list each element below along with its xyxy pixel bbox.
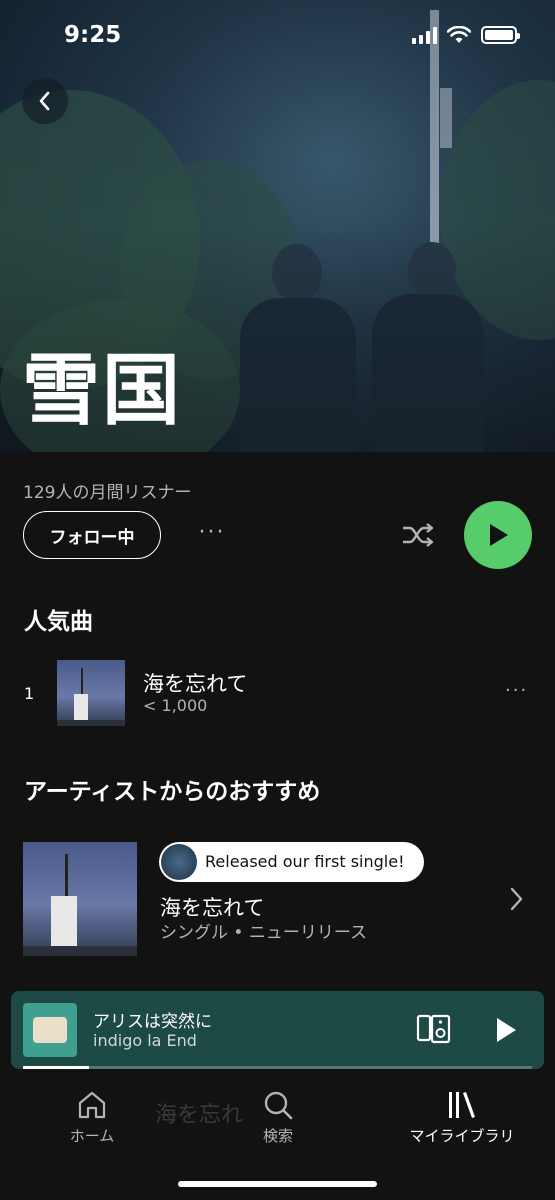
- tab-library-label: マイライブラリ: [409, 1127, 515, 1145]
- artist-pick-subtitle: シングル • ニューリリース: [160, 923, 367, 943]
- track-artwork: [57, 660, 125, 726]
- tab-search[interactable]: 検索: [248, 1089, 308, 1146]
- track-rank: 1: [24, 684, 35, 703]
- popular-heading: 人気曲: [24, 609, 93, 635]
- artist-pick-message: Released our first single!: [159, 842, 425, 882]
- tab-home[interactable]: ホーム: [62, 1089, 122, 1146]
- follow-button[interactable]: フォロー中: [23, 511, 161, 559]
- home-icon: [78, 1091, 106, 1119]
- recommendation-heading: アーティストからのおすすめ: [24, 779, 321, 805]
- chevron-left-icon: [39, 91, 50, 111]
- shuffle-icon: [403, 523, 434, 547]
- tab-home-label: ホーム: [69, 1127, 115, 1145]
- now-playing-bar[interactable]: アリスは突然に indigo la End: [11, 991, 544, 1069]
- artist-avatar: [161, 844, 197, 880]
- track-title: 海を忘れて: [143, 672, 248, 696]
- play-icon: [490, 524, 508, 546]
- shuffle-button[interactable]: [398, 515, 438, 555]
- cellular-signal-icon: [412, 26, 437, 44]
- artist-name: 雪国: [22, 346, 183, 436]
- now-playing-artist: indigo la End: [93, 1031, 197, 1050]
- scrolled-content-preview: 海を忘れ: [155, 1103, 244, 1128]
- track-more-button[interactable]: ···: [505, 680, 528, 701]
- library-icon: [449, 1092, 475, 1118]
- track-row[interactable]: 1 海を忘れて < 1,000 ···: [0, 658, 555, 726]
- track-plays: < 1,000: [143, 696, 208, 715]
- now-playing-artwork: [23, 1003, 77, 1057]
- back-button[interactable]: [22, 78, 68, 124]
- connect-device-icon[interactable]: [416, 1013, 452, 1045]
- home-indicator: [178, 1181, 377, 1187]
- status-time: 9:25: [64, 22, 122, 48]
- status-icons: [412, 26, 520, 44]
- now-playing-song: アリスは突然に: [93, 1012, 212, 1032]
- wifi-icon: [447, 26, 471, 43]
- battery-icon: [481, 26, 520, 44]
- chevron-right-icon: [510, 887, 523, 911]
- artist-pick-card[interactable]: Released our first single! 海を忘れて シングル • …: [0, 838, 555, 958]
- tab-search-label: 検索: [262, 1127, 293, 1145]
- monthly-listeners: 129人の月間リスナー: [23, 483, 192, 503]
- artist-pick-artwork: [23, 842, 137, 956]
- more-options-button[interactable]: ···: [192, 520, 232, 550]
- tab-library[interactable]: マイライブラリ: [400, 1089, 524, 1146]
- mini-play-icon[interactable]: [494, 1016, 518, 1044]
- play-button[interactable]: [464, 501, 532, 569]
- search-icon: [264, 1091, 293, 1120]
